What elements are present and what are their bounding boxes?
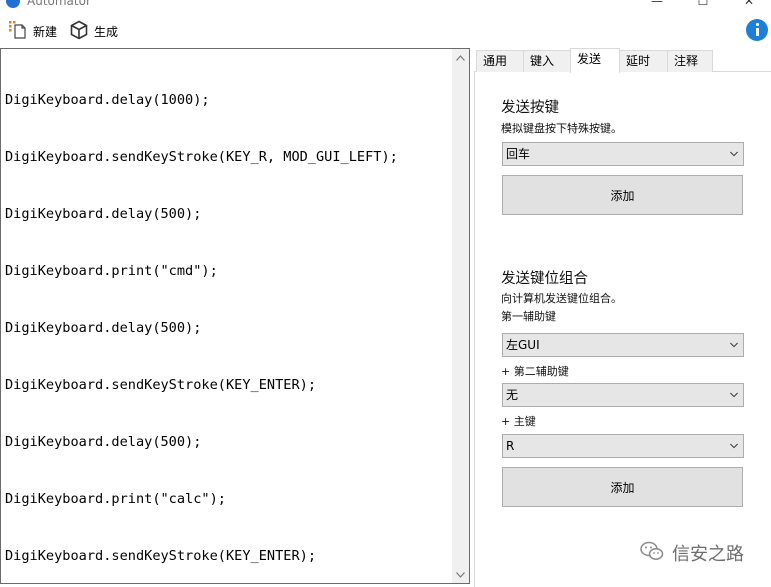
code-line: DigiKeyboard.print("cmd"); (5, 263, 218, 279)
chevron-down-icon (730, 151, 738, 157)
tab-bar: 通用 键入 发送 延时 注释 (474, 48, 771, 73)
code-line: DigiKeyboard.delay(500); (5, 320, 202, 336)
wechat-icon (640, 541, 664, 566)
send-combo-description: 向计算机发送键位组合。 (501, 292, 622, 305)
modifier2-value: 无 (506, 388, 519, 402)
tab-send[interactable]: 发送 (570, 48, 620, 73)
add-combo-button[interactable]: 添加 (502, 467, 743, 507)
modifier2-label: + 第二辅助键 (501, 365, 569, 378)
new-file-icon (8, 20, 28, 43)
minimize-button[interactable]: — (634, 0, 680, 10)
cube-icon (69, 20, 89, 43)
watermark: 信安之路 (640, 540, 744, 566)
chevron-down-icon (730, 443, 738, 449)
new-button-label: 新建 (33, 24, 58, 39)
scroll-up-icon[interactable] (452, 49, 469, 66)
code-line: DigiKeyboard.print("calc"); (5, 491, 226, 507)
main-key-label: + 主键 (501, 415, 536, 428)
code-text[interactable]: DigiKeyboard.delay(1000); DigiKeyboard.s… (5, 53, 398, 587)
chevron-down-icon (730, 342, 738, 348)
tab-general[interactable]: 通用 (476, 50, 524, 72)
code-line: DigiKeyboard.delay(500); (5, 206, 202, 222)
special-key-select[interactable]: 回车 (502, 142, 744, 166)
modifier1-label: 第一辅助键 (501, 310, 556, 323)
add-key-button[interactable]: 添加 (502, 175, 743, 215)
app-icon (6, 0, 20, 8)
watermark-text: 信安之路 (672, 544, 744, 565)
modifier2-select[interactable]: 无 (502, 383, 744, 407)
code-line: DigiKeyboard.sendKeyStroke(KEY_ENTER); (5, 548, 316, 564)
tab-delay[interactable]: 延时 (619, 50, 668, 72)
code-line: DigiKeyboard.sendKeyStroke(KEY_R, MOD_GU… (5, 149, 398, 165)
generate-button[interactable]: 生成 (69, 20, 118, 42)
window-title: Automator (27, 0, 91, 8)
title-bar: Automator — ☐ ✕ (0, 0, 771, 12)
action-panel: 通用 键入 发送 延时 注释 发送按键 模拟键盘按下特殊按键。 回车 添加 发送… (474, 48, 771, 587)
scroll-down-icon[interactable] (452, 566, 469, 583)
modifier1-select[interactable]: 左GUI (502, 333, 744, 357)
tab-type[interactable]: 键入 (523, 50, 571, 72)
generate-button-label: 生成 (94, 24, 119, 39)
main-key-select[interactable]: R (502, 434, 744, 458)
special-key-value: 回车 (506, 147, 531, 161)
toolbar: 新建 生成 (0, 12, 771, 48)
send-key-title: 发送按键 (501, 100, 559, 116)
code-line: DigiKeyboard.delay(1000); (5, 92, 210, 108)
info-icon[interactable] (746, 19, 768, 41)
new-button[interactable]: 新建 (8, 20, 57, 42)
code-line: DigiKeyboard.sendKeyStroke(KEY_ENTER); (5, 377, 316, 393)
vertical-scrollbar[interactable] (452, 49, 469, 583)
modifier1-value: 左GUI (506, 338, 540, 352)
maximize-button[interactable]: ☐ (680, 0, 726, 10)
chevron-down-icon (730, 392, 738, 398)
code-editor[interactable]: DigiKeyboard.delay(1000); DigiKeyboard.s… (0, 48, 470, 584)
main-key-value: R (506, 439, 515, 453)
tab-content-send: 发送按键 模拟键盘按下特殊按键。 回车 添加 发送键位组合 向计算机发送键位组合… (474, 72, 771, 587)
send-combo-title: 发送键位组合 (501, 271, 588, 287)
tab-comment[interactable]: 注释 (667, 50, 713, 72)
close-button[interactable]: ✕ (726, 0, 771, 10)
send-key-description: 模拟键盘按下特殊按键。 (501, 122, 622, 135)
code-line: DigiKeyboard.delay(500); (5, 434, 202, 450)
